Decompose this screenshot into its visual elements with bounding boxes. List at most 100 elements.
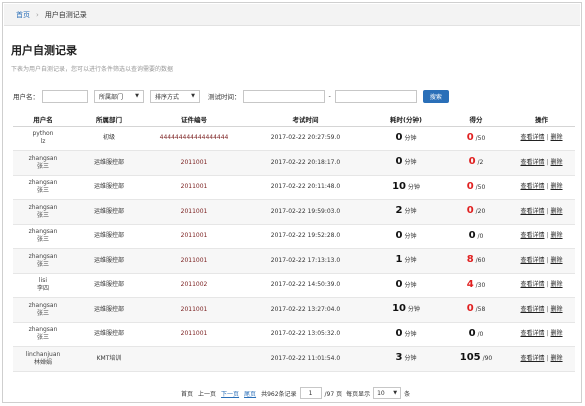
cell-department: 初级 — [73, 126, 145, 151]
view-detail-link[interactable]: 查看详情 — [520, 134, 544, 141]
user-name: 张三 — [36, 187, 49, 195]
action-divider: | — [546, 232, 549, 240]
cell-score: 4 /30 — [444, 273, 508, 298]
time-start-input[interactable] — [242, 89, 325, 103]
cell-score: 0 /0 — [444, 322, 508, 347]
cell-duration: 3 分钟 — [368, 346, 444, 372]
score-max: /20 — [475, 208, 486, 216]
table-row: lisi 李四 运维服控部 2011002 2017-02-22 14:50:39.0 0… — [13, 273, 575, 298]
time-end-input[interactable] — [334, 89, 417, 103]
score-value: 0 — [466, 131, 474, 143]
view-detail-link[interactable]: 查看详情 — [520, 257, 544, 264]
pager-prev[interactable]: 上一页 — [198, 389, 216, 398]
cell-exam-time: 2017-02-22 19:52:28.0 — [243, 224, 368, 249]
table-row: linchanjuan 林婵娟 KMT培训 2017-02-22 11:01:54.0… — [13, 346, 575, 372]
cell-exam-time: 2017-02-22 20:27:59.0 — [243, 126, 368, 151]
cell-cert-number: 2011001 — [145, 297, 243, 323]
per-page-select[interactable]: 10 ▼ — [373, 387, 402, 399]
delete-link[interactable]: 删除 — [551, 208, 563, 215]
delete-link[interactable]: 删除 — [551, 232, 563, 239]
view-detail-link[interactable]: 查看详情 — [520, 281, 544, 288]
duration-unit: 分钟 — [404, 232, 417, 240]
delete-link[interactable]: 删除 — [551, 355, 563, 362]
header-score: 得分 — [444, 112, 508, 127]
delete-link[interactable]: 删除 — [551, 330, 563, 337]
content-frame: 首页 › 用户自测记录 用户自测记录 下表为用户自测记录，您可以进行条件筛选以查… — [2, 2, 582, 403]
cell-actions: 查看详情 | 删除 — [508, 199, 575, 225]
action-divider: | — [546, 207, 549, 215]
score-value: 0 — [466, 180, 474, 192]
pagination: 首页 上一页 下一页 尾页 共962条记录 1 /97 页 每页显示 10 ▼ … — [181, 386, 410, 400]
view-detail-link[interactable]: 查看详情 — [520, 355, 544, 362]
score-value: 0 — [466, 303, 474, 315]
breadcrumb-separator: › — [36, 10, 39, 19]
cell-cert-number: 2011001 — [145, 175, 243, 200]
score-max: /60 — [475, 257, 486, 265]
user-id: zhangsan — [28, 154, 58, 162]
cell-exam-time: 2017-02-22 13:27:04.0 — [243, 297, 368, 323]
cell-exam-time: 2017-02-22 13:05:32.0 — [243, 322, 368, 347]
cell-department: 运维服控部 — [73, 199, 145, 225]
table-row: python lz 初级 444444444444444444 2017-02-22 2… — [13, 126, 575, 151]
pager-next[interactable]: 下一页 — [221, 389, 239, 398]
score-max: /50 — [475, 183, 486, 191]
duration-value: 0 — [395, 156, 403, 168]
cell-exam-time: 2017-02-22 17:13:13.0 — [243, 248, 368, 274]
view-detail-link[interactable]: 查看详情 — [520, 330, 544, 337]
cell-username: zhangsan 张三 — [13, 224, 73, 249]
duration-value: 10 — [392, 303, 406, 315]
delete-link[interactable]: 删除 — [551, 159, 563, 166]
cell-duration: 0 分钟 — [368, 273, 444, 298]
view-detail-link[interactable]: 查看详情 — [520, 159, 544, 166]
action-divider: | — [546, 330, 549, 338]
user-name: lz — [40, 138, 46, 146]
cell-duration: 10 分钟 — [368, 175, 444, 200]
cell-score: 0 /50 — [444, 126, 508, 151]
delete-link[interactable]: 删除 — [551, 306, 563, 313]
cell-department: 运维服控部 — [73, 175, 145, 200]
pager-last[interactable]: 尾页 — [244, 389, 256, 398]
cell-duration: 10 分钟 — [368, 297, 444, 323]
duration-unit: 分钟 — [404, 134, 417, 142]
header-cert-number: 证件编号 — [145, 112, 243, 127]
cell-exam-time: 2017-02-22 20:18:17.0 — [243, 150, 368, 176]
score-value: 0 — [468, 327, 476, 339]
duration-value: 3 — [395, 352, 403, 364]
cell-score: 8 /60 — [444, 248, 508, 274]
cell-username: linchanjuan 林婵娟 — [13, 346, 73, 372]
score-max: /30 — [475, 281, 486, 289]
search-button[interactable]: 搜索 — [422, 89, 449, 103]
sort-select[interactable]: 排序方式 ▼ — [150, 89, 200, 103]
cell-username: lisi 李四 — [13, 273, 73, 298]
cell-cert-number: 444444444444444444 — [145, 126, 243, 151]
duration-value: 0 — [395, 278, 403, 290]
table-header-row: 用户名 所属部门 证件编号 考试时间 耗时(分钟) 得分 操作 — [13, 112, 575, 127]
user-name: 张三 — [36, 260, 49, 268]
department-select[interactable]: 所属部门 ▼ — [94, 89, 144, 103]
duration-unit: 分钟 — [404, 330, 417, 338]
cell-department: 运维服控部 — [73, 248, 145, 274]
duration-value: 0 — [395, 327, 403, 339]
score-max: /58 — [475, 306, 486, 314]
pager-page-total: /97 页 — [324, 390, 343, 398]
page-number-input[interactable]: 1 — [299, 387, 322, 399]
action-divider: | — [546, 305, 549, 313]
delete-link[interactable]: 删除 — [551, 134, 563, 141]
pager-first[interactable]: 首页 — [181, 389, 193, 398]
view-detail-link[interactable]: 查看详情 — [520, 232, 544, 239]
view-detail-link[interactable]: 查看详情 — [520, 306, 544, 313]
delete-link[interactable]: 删除 — [551, 281, 563, 288]
chevron-down-icon: ▼ — [191, 93, 195, 99]
score-value: 8 — [466, 254, 474, 266]
delete-link[interactable]: 删除 — [551, 183, 563, 190]
cell-cert-number — [145, 346, 243, 372]
view-detail-link[interactable]: 查看详情 — [520, 208, 544, 215]
score-value: 4 — [466, 278, 474, 290]
page-hint: 下表为用户自测记录，您可以进行条件筛选以查询需要的数据 — [11, 66, 174, 73]
view-detail-link[interactable]: 查看详情 — [520, 183, 544, 190]
delete-link[interactable]: 删除 — [551, 257, 563, 264]
cell-username: python lz — [13, 126, 73, 151]
cell-actions: 查看详情 | 删除 — [508, 224, 575, 249]
breadcrumb-home-link[interactable]: 首页 — [16, 10, 30, 20]
username-input[interactable] — [42, 89, 88, 103]
